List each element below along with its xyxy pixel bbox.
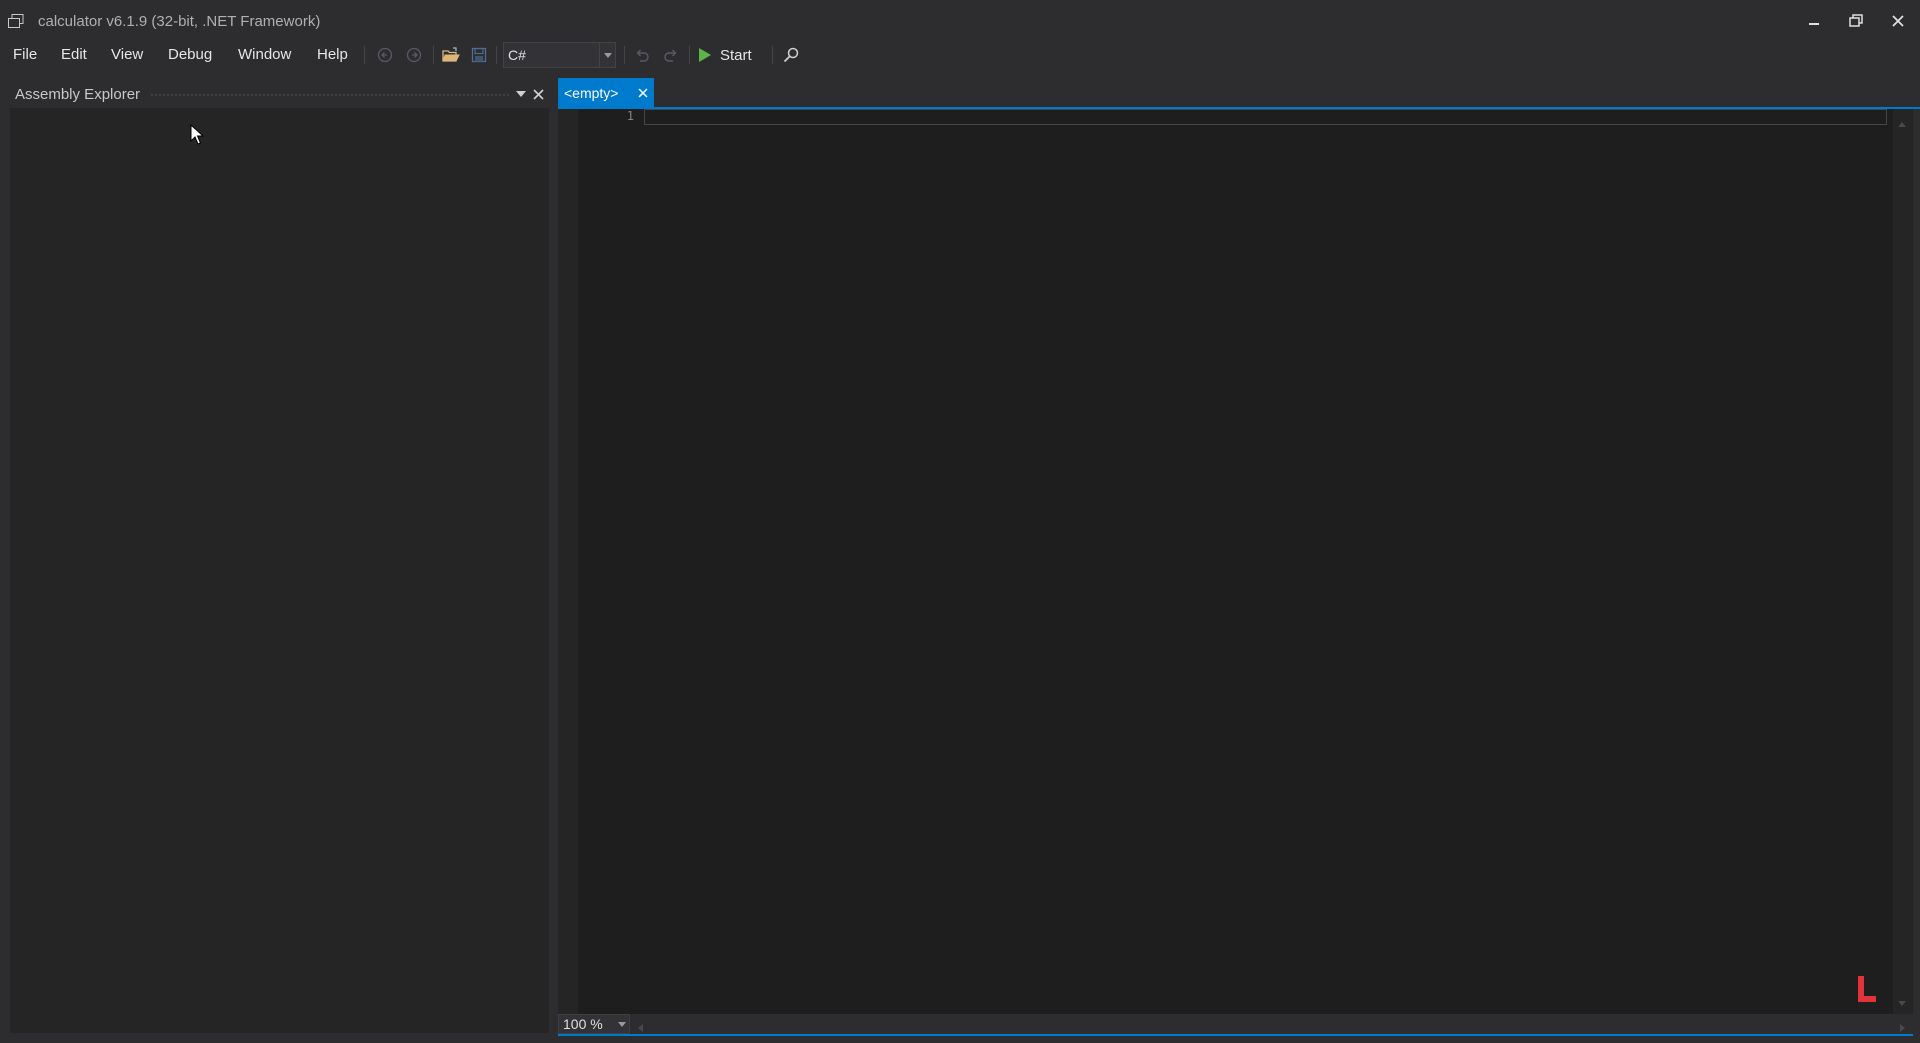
toolbar-separator [689, 46, 690, 64]
document-tab-strip: <empty> [558, 78, 1920, 108]
tab-close-button[interactable] [634, 84, 652, 102]
code-editor[interactable]: 1 [558, 109, 1893, 1014]
close-button[interactable] [1877, 0, 1919, 42]
current-line-highlight[interactable] [644, 109, 1887, 125]
toolbar-separator [772, 46, 773, 64]
app-icon[interactable] [8, 14, 24, 28]
open-button[interactable] [440, 44, 462, 66]
chevron-down-icon[interactable] [615, 1015, 629, 1033]
brand-logo-icon [1856, 974, 1878, 1004]
toolbar-separator [364, 46, 365, 64]
assembly-explorer-panel[interactable]: Assembly Explorer [10, 80, 549, 1033]
scroll-up-icon[interactable] [1898, 114, 1906, 132]
start-label: Start [720, 46, 752, 64]
menu-help[interactable]: Help [313, 42, 352, 68]
horizontal-scrollbar[interactable] [634, 1014, 1913, 1034]
undo-icon [636, 49, 649, 62]
panel-menu-button[interactable] [514, 85, 528, 103]
minimize-button[interactable] [1793, 0, 1835, 42]
restore-button[interactable] [1835, 0, 1877, 42]
language-value: C# [508, 47, 526, 63]
redo-button[interactable] [660, 44, 682, 66]
open-folder-icon [442, 47, 460, 62]
forward-button[interactable] [403, 44, 425, 66]
vertical-scrollbar[interactable] [1893, 109, 1913, 1014]
menu-file[interactable]: File [9, 42, 41, 68]
line-number: 1 [626, 109, 634, 123]
editor-margin [558, 109, 578, 1014]
drag-grip[interactable] [150, 93, 510, 97]
assembly-explorer-header[interactable]: Assembly Explorer [10, 80, 549, 108]
search-icon [783, 47, 799, 63]
play-icon [699, 48, 711, 62]
save-button[interactable] [468, 44, 490, 66]
title-bar: calculator v6.1.9 (32-bit, .NET Framewor… [0, 0, 1920, 42]
toolbar-separator [496, 46, 497, 64]
redo-icon [664, 49, 677, 62]
toolbar-separator [433, 46, 434, 64]
tab-label: <empty> [564, 85, 619, 101]
zoom-select[interactable]: 100 % [558, 1014, 630, 1034]
chevron-down-icon [516, 91, 526, 97]
chevron-down-icon[interactable] [599, 43, 615, 67]
status-accent-line [558, 1034, 1913, 1036]
menu-window[interactable]: Window [234, 42, 295, 68]
mouse-cursor-icon [190, 123, 205, 146]
search-button[interactable] [780, 44, 802, 66]
close-icon [532, 88, 544, 100]
editor-bottom-bar: 100 % [558, 1014, 1913, 1034]
assembly-explorer-title: Assembly Explorer [15, 86, 141, 103]
start-button[interactable]: Start [698, 44, 752, 66]
forward-icon [406, 47, 422, 63]
save-icon [471, 47, 487, 63]
language-select[interactable]: C# [503, 42, 616, 68]
window-title: calculator v6.1.9 (32-bit, .NET Framewor… [38, 13, 321, 30]
panel-close-button[interactable] [529, 85, 547, 103]
scroll-down-icon[interactable] [1898, 993, 1906, 1011]
back-button[interactable] [374, 44, 396, 66]
restore-icon [1849, 14, 1863, 27]
zoom-value: 100 % [563, 1016, 603, 1032]
menu-bar: File Edit View Debug Window Help [0, 42, 1920, 68]
close-icon [638, 88, 648, 98]
back-icon [377, 47, 393, 63]
menu-debug[interactable]: Debug [164, 42, 216, 68]
close-icon [1892, 15, 1904, 27]
undo-button[interactable] [631, 44, 653, 66]
menu-edit[interactable]: Edit [57, 42, 91, 68]
toolbar-separator [624, 46, 625, 64]
minimize-icon [1809, 23, 1819, 25]
menu-view[interactable]: View [107, 42, 147, 68]
tab-empty[interactable]: <empty> [558, 78, 654, 108]
